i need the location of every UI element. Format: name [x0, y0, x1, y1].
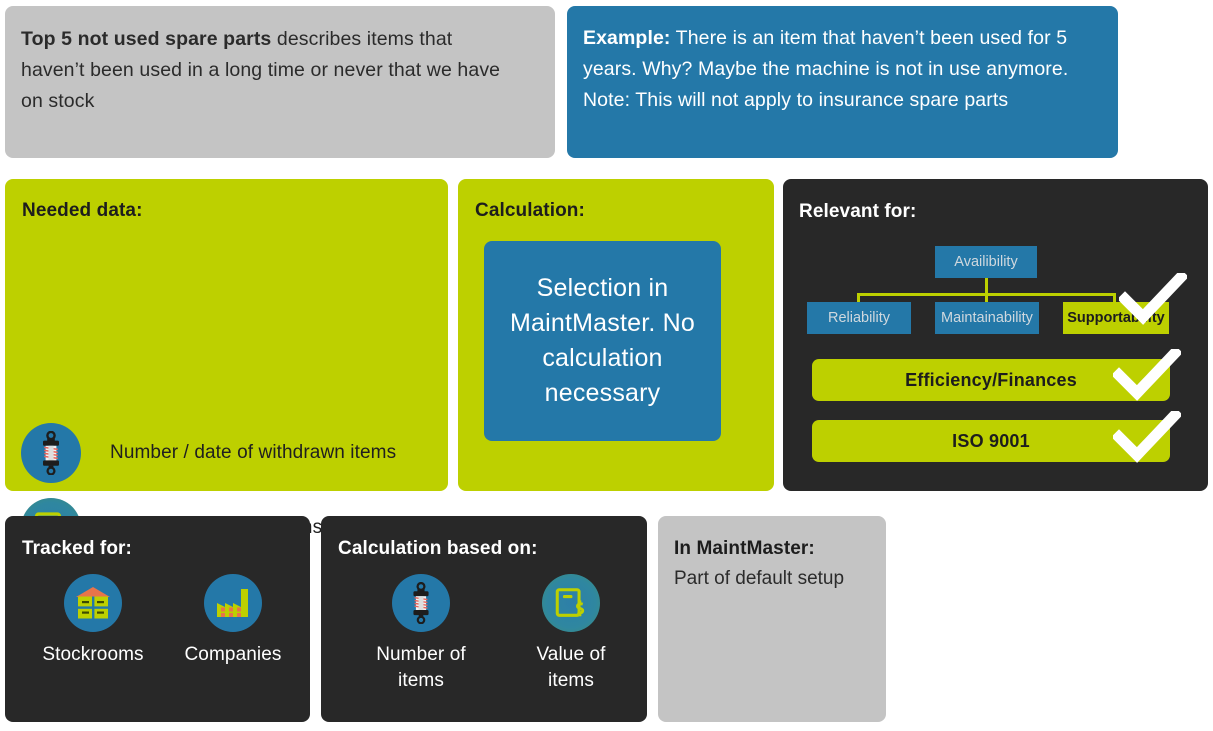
stockroom-icon — [64, 574, 122, 632]
example-bold-lead: Example: — [583, 27, 671, 49]
tree-node-maintainability-label: Maintainability — [941, 310, 1033, 326]
calculation-based-on-item-0: Number of items — [361, 574, 481, 694]
tree-node-maintainability: Maintainability — [935, 302, 1039, 334]
example-card: Example: There is an item that haven’t b… — [567, 6, 1118, 158]
calculation-card: Calculation: Selection in MaintMaster. N… — [458, 179, 774, 491]
tree-node-supportability: Supportability — [1063, 302, 1169, 334]
needed-data-item-0-label: Number / date of withdrawn items — [110, 442, 397, 463]
relevant-bar-efficiency: Efficiency/Finances — [812, 359, 1170, 401]
tracked-for-item-0-label: Stockrooms — [42, 644, 144, 665]
relevant-bar-iso-label: ISO 9001 — [952, 430, 1030, 451]
in-maintmaster-card: In MaintMaster: Part of default setup — [658, 516, 886, 722]
tracked-for-heading: Tracked for: — [22, 538, 132, 559]
tracked-for-item-1-label: Companies — [184, 644, 282, 665]
calculation-result-box: Selection in MaintMaster. No calculation… — [484, 241, 721, 441]
tree-node-reliability: Reliability — [807, 302, 911, 334]
relevant-bar-efficiency-label: Efficiency/Finances — [905, 369, 1077, 390]
description-bold-lead: Top 5 not used spare parts — [21, 28, 272, 50]
tracked-for-card: Tracked for: Stockrooms Companies — [5, 516, 310, 722]
tree-node-availability: Availibility — [935, 246, 1037, 278]
shock-absorber-icon — [392, 574, 450, 632]
tree-node-reliability-label: Reliability — [827, 310, 891, 326]
calculation-heading: Calculation: — [475, 200, 585, 221]
calculation-based-on-card: Calculation based on: Number of items Va… — [321, 516, 647, 722]
tracked-for-item-1: Companies — [173, 574, 293, 668]
tree-node-supportability-label: Supportability — [1067, 310, 1165, 326]
value-book-dollar-icon — [542, 574, 600, 632]
needed-data-card: Needed data: Number / date of withdrawn … — [5, 179, 448, 558]
in-maintmaster-heading: In MaintMaster: — [674, 538, 815, 559]
calculation-based-on-item-1-label: Value of items — [536, 644, 606, 691]
relevant-bar-iso: ISO 9001 — [812, 420, 1170, 462]
calculation-based-on-heading: Calculation based on: — [338, 538, 538, 559]
in-maintmaster-text: Part of default setup — [674, 568, 845, 589]
relevant-for-card: Relevant for: Availibility Reliability M… — [783, 179, 1208, 491]
needed-data-heading: Needed data: — [22, 200, 143, 221]
shock-absorber-icon — [21, 423, 81, 483]
calculation-based-on-item-0-label: Number of items — [376, 644, 466, 691]
tracked-for-item-0: Stockrooms — [33, 574, 153, 668]
needed-data-item-0: Number / date of withdrawn items — [21, 423, 396, 483]
description-card: Top 5 not used spare parts describes ite… — [5, 6, 555, 158]
relevant-for-heading: Relevant for: — [799, 201, 917, 222]
description-text: Top 5 not used spare parts describes ite… — [21, 24, 521, 117]
tree-node-availability-label: Availibility — [954, 254, 1018, 270]
factory-icon — [204, 574, 262, 632]
infographic-page: Top 5 not used spare parts describes ite… — [0, 0, 1213, 731]
example-text: Example: There is an item that haven’t b… — [583, 23, 1095, 116]
calculation-based-on-item-1: Value of items — [511, 574, 631, 694]
